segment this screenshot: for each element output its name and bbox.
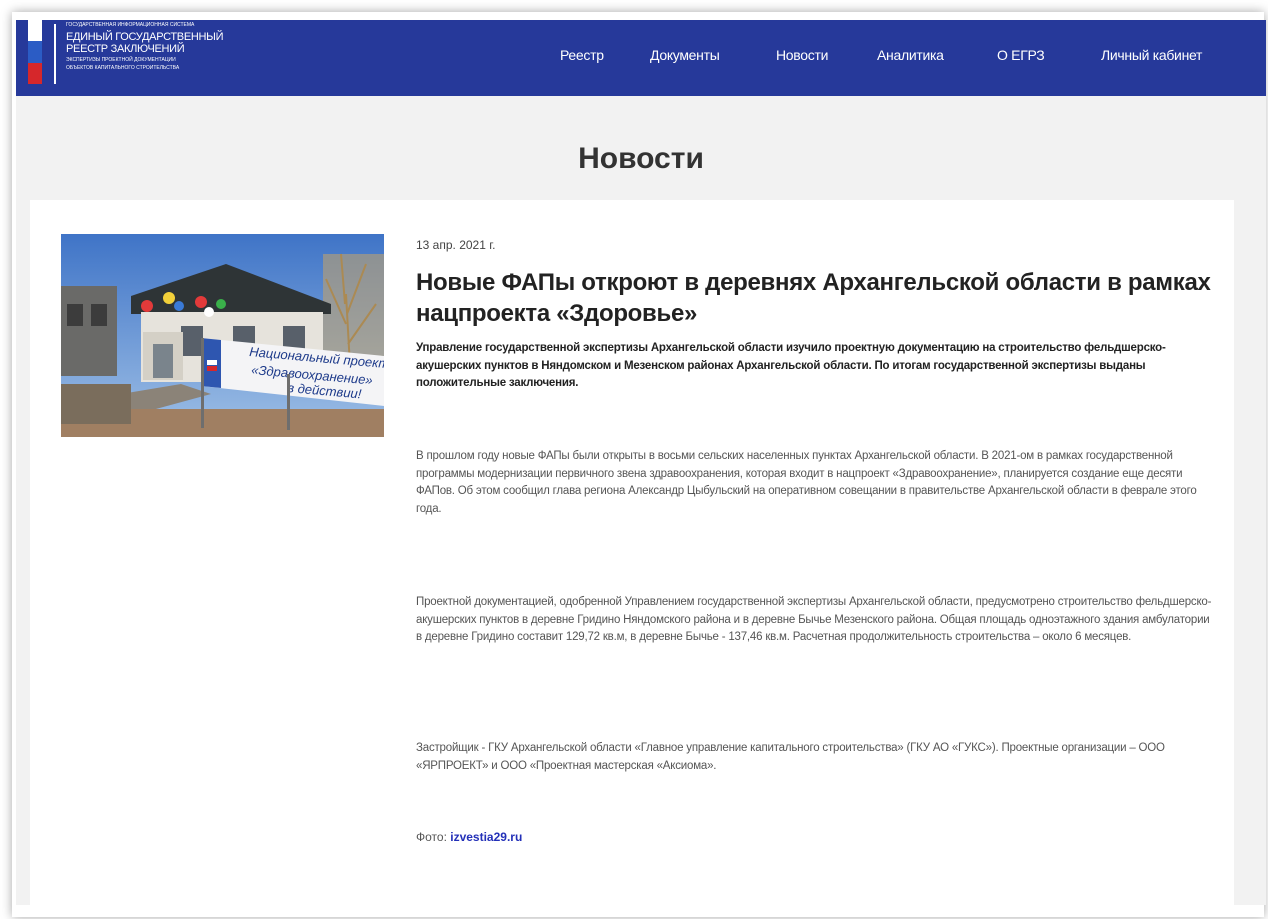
article-photo: Национальный проект «Здравоохранение» в … (61, 234, 384, 437)
nav-analytics[interactable]: Аналитика (877, 47, 944, 63)
nav-news[interactable]: Новости (776, 47, 828, 63)
logo-title-line2: реестр заключений (66, 43, 185, 55)
page-title-bar: Новости (16, 96, 1266, 200)
logo-divider (54, 24, 56, 84)
logo-bottom-line1: экспертизы проектной документации (66, 57, 176, 63)
article-date: 13 апр. 2021 г. (416, 238, 496, 252)
photo-source-link[interactable]: izvestia29.ru (450, 830, 522, 844)
nav-registry[interactable]: Реестр (560, 47, 604, 63)
nav-about[interactable]: О ЕГРЗ (997, 47, 1045, 63)
article-paragraph: Проектной документацией, одобренной Упра… (416, 596, 1212, 643)
article-paragraph: Застройщик - ГКУ Архангельской области «… (416, 742, 1165, 772)
page-title: Новости (578, 142, 704, 175)
site-logo[interactable]: Государственная информационная система Е… (66, 22, 224, 72)
photo-credit-label: Фото: (416, 830, 447, 844)
site-header: Государственная информационная система Е… (16, 20, 1266, 96)
page-margin-left (16, 200, 30, 905)
article-headline: Новые ФАПы откроют в деревнях Архангельс… (416, 269, 1211, 327)
nav-documents[interactable]: Документы (650, 47, 720, 63)
nav-personal-account[interactable]: Личный кабинет (1101, 47, 1202, 63)
page-margin-right (1234, 200, 1266, 905)
logo-title-line1: Единый государственный (66, 31, 224, 43)
article-paragraph: В прошлом году новые ФАПы были открыты в… (416, 450, 1197, 515)
photo-credit: Фото: izvestia29.ru (416, 830, 522, 844)
russian-flag-icon (28, 20, 42, 84)
logo-bottom-line2: объектов капитального строительства (66, 65, 180, 71)
article-lead: Управление государственной экспертизы Ар… (416, 342, 1166, 389)
logo-top-line: Государственная информационная система (66, 22, 195, 28)
